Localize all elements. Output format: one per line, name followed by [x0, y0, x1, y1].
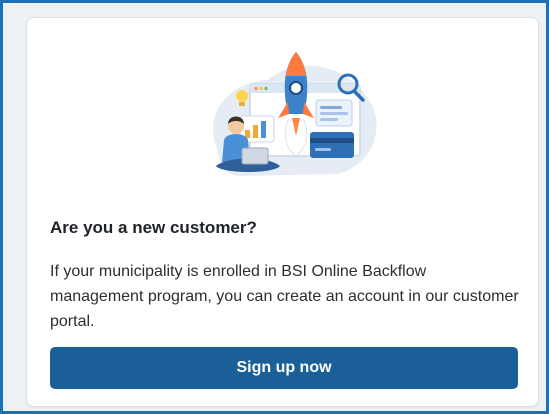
card-description: If your municipality is enrolled in BSI …: [50, 263, 519, 330]
rocket-launch-illustration-icon: [212, 52, 377, 176]
new-customer-card: Are you a new customer? If your municipa…: [26, 17, 539, 407]
sign-up-button[interactable]: Sign up now: [50, 347, 518, 389]
card-title: Are you a new customer?: [50, 218, 257, 237]
page-frame: Are you a new customer? If your municipa…: [0, 0, 549, 414]
